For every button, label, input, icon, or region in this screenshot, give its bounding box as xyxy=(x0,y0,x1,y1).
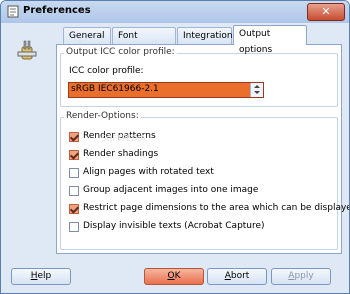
checkbox-label: Display invisible texts (Acrobat Capture… xyxy=(83,221,265,231)
title-bar: Preferences ✕ xyxy=(1,1,349,23)
render-patterns-checkbox[interactable] xyxy=(69,132,79,142)
button-label: OK xyxy=(167,271,181,281)
wrench-settings-icon xyxy=(17,40,37,60)
group-images-checkbox[interactable] xyxy=(69,186,79,196)
group-title: Render-Options: xyxy=(64,111,141,121)
tab-output-options[interactable]: Output options xyxy=(233,25,307,55)
close-button[interactable]: ✕ xyxy=(307,3,345,21)
tab-integration[interactable]: Integration xyxy=(177,27,233,44)
tab-general[interactable]: General xyxy=(63,27,111,44)
window-title: Preferences xyxy=(23,5,91,16)
preferences-window: Preferences ✕ General Font options Integ… xyxy=(0,0,350,294)
spinner-icon[interactable] xyxy=(250,83,263,97)
checkbox-label: Group adjacent images into one image xyxy=(83,185,259,195)
button-label: Help xyxy=(30,271,52,281)
display-invisible-texts-checkbox[interactable] xyxy=(69,222,79,232)
render-shadings-checkbox[interactable] xyxy=(69,150,79,160)
checkbox-label: Restrict page dimensions to the area whi… xyxy=(83,203,350,213)
apply-button[interactable]: Apply xyxy=(271,268,331,285)
ok-button[interactable]: OK xyxy=(144,268,204,285)
align-rotated-text-checkbox[interactable] xyxy=(69,168,79,178)
button-label: Apply xyxy=(288,271,314,281)
preferences-icon xyxy=(7,5,19,18)
output-options-panel: Output ICC color profile: ICC color prof… xyxy=(56,44,349,254)
checkbox-label: Render shadings xyxy=(83,149,159,159)
icc-profile-label: ICC color profile: xyxy=(69,66,144,76)
restrict-page-dimensions-checkbox[interactable] xyxy=(69,204,79,214)
abort-button[interactable]: Abort xyxy=(207,268,267,285)
tab-label: Output options xyxy=(239,29,273,55)
checkbox-label: Align pages with rotated text xyxy=(83,167,214,177)
softpedia-watermark: SOFTPEDIA xyxy=(101,134,146,143)
icc-profile-select[interactable]: sRGB IEC61966-2.1 xyxy=(68,82,264,98)
tab-label: General xyxy=(69,31,105,41)
help-button[interactable]: Help xyxy=(11,268,71,285)
tab-label: Integration xyxy=(183,31,233,41)
group-title: Output ICC color profile: xyxy=(64,47,177,57)
icc-profile-value: sRGB IEC61966-2.1 xyxy=(71,84,159,94)
tab-font-options[interactable]: Font options xyxy=(112,27,176,57)
icc-profile-group: Output ICC color profile: ICC color prof… xyxy=(60,47,338,107)
button-label: Abort xyxy=(224,271,250,281)
